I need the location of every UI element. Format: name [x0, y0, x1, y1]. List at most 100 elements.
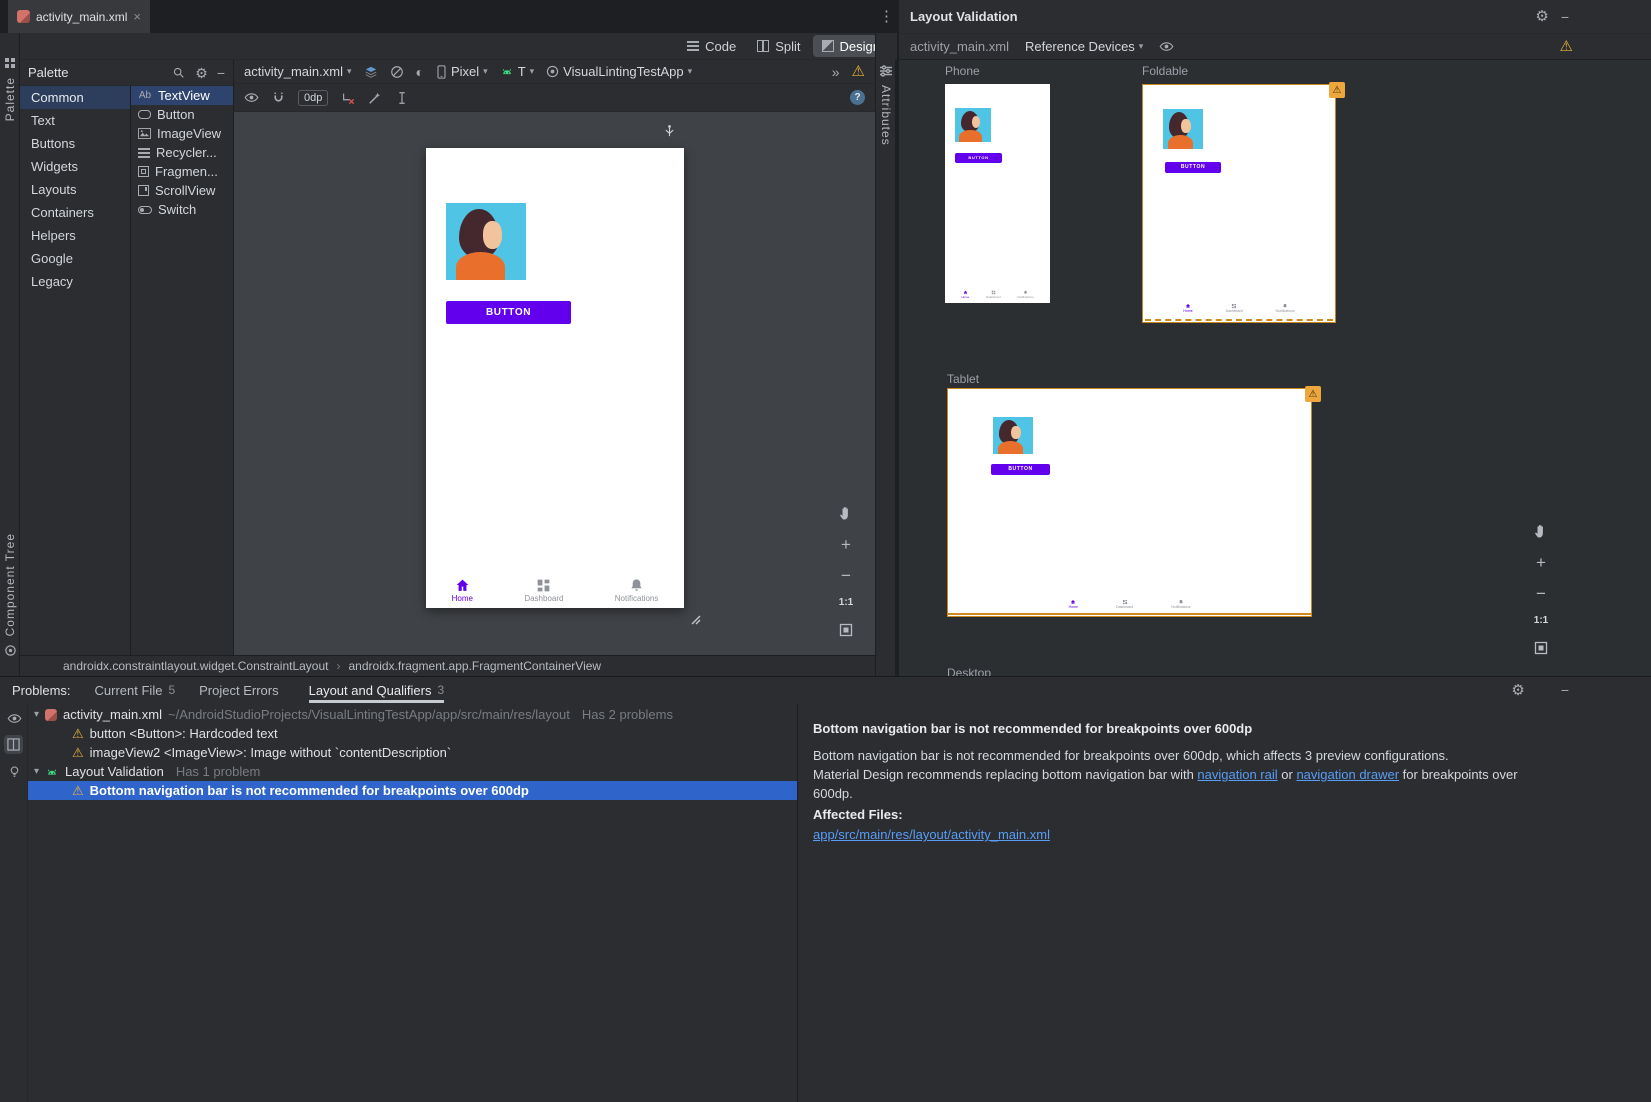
infer-constraints-wand-icon[interactable]: [368, 91, 382, 105]
chevron-down-icon[interactable]: ▾: [34, 766, 39, 777]
design-canvas[interactable]: BUTTON Home Dashboard Notifications: [233, 112, 875, 655]
tablet-warning-badge-icon[interactable]: ⚠: [1305, 386, 1321, 402]
foldable-warning-badge-icon[interactable]: ⚠: [1329, 82, 1345, 98]
default-margin-selector[interactable]: 0dp: [298, 90, 328, 106]
preview-foldable[interactable]: BUTTON Home Dashboard Notifications ⚠: [1142, 84, 1336, 323]
zoom-reset-button[interactable]: 1:1: [1534, 615, 1548, 626]
palette-category-legacy[interactable]: Legacy: [20, 270, 130, 293]
navigation-rail-link[interactable]: navigation rail: [1197, 767, 1277, 782]
code-mode-button[interactable]: Code: [678, 35, 745, 57]
palette-item-imageview[interactable]: ImageView: [131, 124, 233, 143]
zoom-out-button[interactable]: −: [837, 566, 855, 584]
bottom-navigation-component[interactable]: Home Dashboard Notifications: [426, 565, 684, 603]
palette-stripe-tab[interactable]: Palette: [0, 55, 20, 121]
problems-detail-panel-icon[interactable]: [4, 735, 23, 754]
tree-issue-content-description[interactable]: ⚠ imageView2 <ImageView>: Image without …: [28, 743, 797, 762]
palette-category-google[interactable]: Google: [20, 247, 130, 270]
validation-warning-icon[interactable]: ⚠: [1560, 39, 1573, 54]
theme-dropdown[interactable]: VisualLintingTestApp▾: [546, 64, 692, 79]
split-mode-button[interactable]: Split: [748, 35, 809, 57]
device-dropdown[interactable]: Pixel▾: [436, 64, 488, 79]
pan-hand-icon[interactable]: [837, 504, 855, 522]
reference-devices-dropdown[interactable]: Reference Devices▾: [1025, 39, 1143, 54]
pack-margin-icon[interactable]: [395, 91, 409, 105]
tree-issue-hardcoded-text[interactable]: ⚠ button <Button>: Hardcoded text: [28, 724, 797, 743]
imageview-component[interactable]: [446, 203, 526, 280]
nav-home-item[interactable]: Home: [452, 577, 473, 603]
attributes-stripe-tab[interactable]: Attributes: [876, 63, 896, 146]
palette-category-common[interactable]: Common: [20, 86, 130, 109]
validation-gear-icon[interactable]: ⚙: [1535, 9, 1548, 24]
palette-category-buttons[interactable]: Buttons: [20, 132, 130, 155]
tree-file-node[interactable]: ▾ activity_main.xml ~/AndroidStudioProje…: [28, 705, 797, 724]
nav-notifications-item[interactable]: Notifications: [615, 577, 659, 603]
layers-icon[interactable]: [364, 65, 378, 79]
problems-split-divider[interactable]: [797, 703, 798, 1102]
help-icon[interactable]: ?: [850, 90, 865, 105]
resize-handle-icon[interactable]: [686, 610, 702, 626]
zoom-in-button[interactable]: +: [1532, 553, 1550, 571]
quickfix-lightbulb-icon[interactable]: [8, 765, 21, 778]
nav-dashboard-item[interactable]: Dashboard: [524, 577, 563, 603]
button-component[interactable]: BUTTON: [446, 301, 571, 324]
palette-category-widgets[interactable]: Widgets: [20, 155, 130, 178]
attributes-icon: [878, 63, 894, 79]
tree-layout-validation-node[interactable]: ▾ Layout Validation Has 1 problem: [28, 762, 797, 781]
zoom-to-fit-button[interactable]: [1532, 639, 1550, 657]
palette-category-containers[interactable]: Containers: [20, 201, 130, 224]
affected-file-link[interactable]: app/src/main/res/layout/activity_main.xm…: [813, 827, 1050, 842]
design-surface-icon[interactable]: [390, 65, 404, 79]
validation-minimize-icon[interactable]: −: [1561, 10, 1569, 24]
avatar-shirt-shape: [998, 441, 1023, 454]
palette-gear-icon[interactable]: ⚙: [195, 66, 208, 80]
palette-category-helpers[interactable]: Helpers: [20, 224, 130, 247]
search-icon[interactable]: [170, 65, 186, 81]
zoom-in-button[interactable]: +: [837, 535, 855, 553]
autoconnect-magnet-icon[interactable]: [272, 91, 285, 104]
chevron-down-icon[interactable]: ▾: [34, 709, 39, 720]
palette-category-layouts[interactable]: Layouts: [20, 178, 130, 201]
toolbar-overflow-chevrons[interactable]: »: [832, 65, 840, 79]
palette-item-scrollview[interactable]: ScrollView: [131, 181, 233, 200]
preview-phone[interactable]: BUTTON Home Dashboard Notifications: [945, 84, 1050, 303]
pan-hand-icon[interactable]: [1532, 522, 1550, 540]
close-tab-icon[interactable]: ×: [133, 10, 141, 23]
clear-constraints-icon[interactable]: [341, 91, 355, 105]
bottomnav-highlight-dashed: [1145, 319, 1333, 321]
component-tree-stripe-tab[interactable]: Component Tree: [0, 533, 20, 658]
zoom-out-button[interactable]: −: [1532, 584, 1550, 602]
zoom-to-fit-button[interactable]: [837, 621, 855, 639]
problems-minimize-icon[interactable]: −: [1561, 683, 1569, 697]
palette-minimize-icon[interactable]: −: [217, 66, 225, 80]
palette-category-text[interactable]: Text: [20, 109, 130, 132]
tree-issue-bottom-navigation[interactable]: ⚠ Bottom navigation bar is not recommend…: [28, 781, 797, 800]
validation-file-tab[interactable]: activity_main.xml: [910, 39, 1009, 54]
layout-file-icon: [17, 10, 30, 23]
breadcrumb-constraintlayout[interactable]: androidx.constraintlayout.widget.Constra…: [63, 659, 329, 673]
preview-tablet[interactable]: BUTTON Home Dashboard Notifications ⚠: [947, 388, 1312, 617]
validation-visibility-eye-icon[interactable]: [1159, 39, 1174, 54]
palette-item-switch[interactable]: Switch: [131, 200, 233, 219]
palette-item-button[interactable]: Button: [131, 105, 233, 124]
design-toolbar: activity_main.xml▾ ◐ Pixel▾ T▾ VisualLin…: [233, 60, 875, 84]
tab-current-file[interactable]: Current File5: [95, 677, 176, 703]
tab-project-errors[interactable]: Project Errors: [199, 677, 284, 703]
palette-item-textview[interactable]: AbTextView: [131, 86, 233, 105]
view-options-eye-icon[interactable]: [244, 90, 259, 105]
editor-tab[interactable]: activity_main.xml ×: [8, 0, 150, 33]
toolbar-warning-icon[interactable]: ⚠: [852, 64, 865, 79]
editor-options-kebab-icon[interactable]: ⋮: [879, 9, 894, 24]
navigation-drawer-link[interactable]: navigation drawer: [1296, 767, 1399, 782]
device-preview[interactable]: BUTTON Home Dashboard Notifications: [426, 148, 684, 608]
palette-item-fragment[interactable]: Fragmen...: [131, 162, 233, 181]
tab-layout-and-qualifiers[interactable]: Layout and Qualifiers3: [309, 677, 445, 703]
breadcrumb-fragmentcontainerview[interactable]: androidx.fragment.app.FragmentContainerV…: [349, 659, 602, 673]
problems-preview-eye-icon[interactable]: [7, 711, 22, 726]
api-dropdown[interactable]: T▾: [500, 64, 534, 79]
preview-tablet-imageview: [993, 417, 1033, 454]
zoom-reset-button[interactable]: 1:1: [839, 597, 853, 608]
orientation-icon[interactable]: ◐: [416, 65, 424, 79]
problems-gear-icon[interactable]: ⚙: [1511, 683, 1524, 698]
layout-file-dropdown[interactable]: activity_main.xml▾: [244, 64, 352, 79]
palette-item-recyclerview[interactable]: Recycler...: [131, 143, 233, 162]
